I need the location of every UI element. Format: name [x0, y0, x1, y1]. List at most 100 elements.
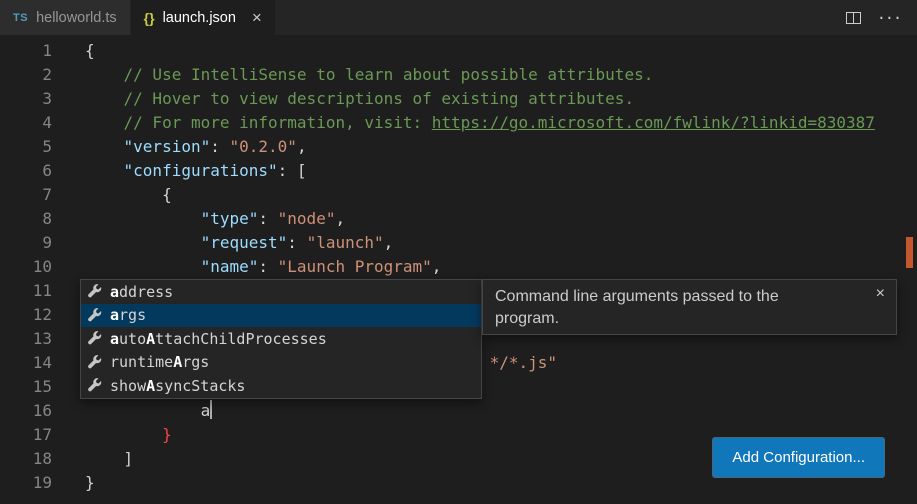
suggestion-label: runtimeArgs — [110, 353, 209, 371]
code-token: : [ — [278, 161, 307, 180]
code-token: "Launch Program" — [278, 257, 432, 276]
suggestion-runtimeArgs[interactable]: runtimeArgs — [81, 351, 481, 375]
property-wrench-icon — [87, 354, 103, 370]
code-token — [85, 425, 162, 444]
intellisense-suggest-widget: address args autoAttachChildProcesses runti… — [80, 279, 482, 399]
more-actions-icon[interactable]: ··· — [877, 9, 901, 27]
code-line-6[interactable]: 6 "configurations": [ — [0, 159, 917, 183]
code-text: } — [85, 423, 172, 447]
code-token: : — [258, 209, 277, 228]
line-number: 13 — [0, 327, 52, 351]
tab-bar: TS helloworld.ts {} launch.json × ··· — [0, 0, 917, 35]
code-token — [85, 113, 124, 132]
line-number: 16 — [0, 399, 52, 423]
code-line-16[interactable]: 16 a — [0, 399, 917, 423]
line-number: 14 — [0, 351, 52, 375]
code-token — [85, 209, 201, 228]
suggestion-docs-text: Command line arguments passed to the pro… — [495, 286, 805, 330]
code-token — [85, 233, 201, 252]
suggestion-showAsyncStacks[interactable]: showAsyncStacks — [81, 374, 481, 398]
close-tab-icon[interactable]: × — [252, 9, 262, 26]
line-number: 11 — [0, 279, 52, 303]
suggestion-args[interactable]: args — [81, 304, 481, 328]
suggestion-autoAttachChildProcesses[interactable]: autoAttachChildProcesses — [81, 327, 481, 351]
code-text: ] — [85, 447, 133, 471]
code-token: */*.js" — [490, 353, 557, 372]
close-docs-icon[interactable]: × — [876, 283, 885, 305]
code-text: "configurations": [ — [85, 159, 307, 183]
code-token: "node" — [278, 209, 336, 228]
suggestion-address[interactable]: address — [81, 280, 481, 304]
code-text: "name": "Launch Program", — [85, 255, 441, 279]
line-number: 1 — [0, 39, 52, 63]
code-token: } — [162, 425, 172, 444]
code-token: : — [258, 257, 277, 276]
suggestion-label: showAsyncStacks — [110, 377, 245, 395]
code-line-8[interactable]: 8 "type": "node", — [0, 207, 917, 231]
code-token: } — [85, 473, 95, 492]
line-number: 3 — [0, 87, 52, 111]
code-token: , — [335, 209, 345, 228]
code-text: { — [85, 39, 95, 63]
code-token: "version" — [124, 137, 211, 156]
line-number: 6 — [0, 159, 52, 183]
code-line-5[interactable]: 5 "version": "0.2.0", — [0, 135, 917, 159]
code-line-3[interactable]: 3 // Hover to view descriptions of exist… — [0, 87, 917, 111]
line-number: 19 — [0, 471, 52, 495]
code-token: "configurations" — [124, 161, 278, 180]
code-token — [85, 257, 201, 276]
add-configuration-button[interactable]: Add Configuration... — [713, 438, 884, 477]
tab-label: launch.json — [163, 10, 236, 26]
code-token: "name" — [201, 257, 259, 276]
line-number: 15 — [0, 375, 52, 399]
line-number: 4 — [0, 111, 52, 135]
code-line-10[interactable]: 10 "name": "Launch Program", — [0, 255, 917, 279]
code-token: ] — [85, 449, 133, 468]
code-text: a — [85, 399, 212, 423]
json-file-icon: {} — [144, 10, 155, 26]
editor-actions: ··· — [846, 0, 917, 35]
line-number: 10 — [0, 255, 52, 279]
property-wrench-icon — [87, 331, 103, 347]
code-text: "request": "launch", — [85, 231, 393, 255]
line-number: 8 — [0, 207, 52, 231]
overview-ruler-scrollbar[interactable] — [903, 35, 917, 504]
split-editor-icon[interactable] — [846, 12, 861, 24]
code-token — [85, 89, 124, 108]
suggestion-label: address — [110, 283, 173, 301]
code-token: , — [384, 233, 394, 252]
code-area: 1{2 // Use IntelliSense to learn about p… — [0, 39, 917, 495]
code-line-2[interactable]: 2 // Use IntelliSense to learn about pos… — [0, 63, 917, 87]
line-number: 2 — [0, 63, 52, 87]
code-token: // Hover to view descriptions of existin… — [124, 89, 635, 108]
suggestion-label: autoAttachChildProcesses — [110, 330, 327, 348]
code-text: "type": "node", — [85, 207, 345, 231]
tab-label: helloworld.ts — [36, 10, 117, 26]
code-token: a — [85, 401, 210, 420]
code-line-1[interactable]: 1{ — [0, 39, 917, 63]
ruler-decoration-marker — [906, 237, 913, 268]
code-token: : — [210, 137, 229, 156]
comment-link[interactable]: https://go.microsoft.com/fwlink/?linkid=… — [432, 113, 875, 132]
code-token: "launch" — [307, 233, 384, 252]
code-token: "0.2.0" — [230, 137, 297, 156]
tab-launch-json[interactable]: {} launch.json × — [131, 0, 276, 35]
code-text: // Hover to view descriptions of existin… — [85, 87, 634, 111]
code-line-7[interactable]: 7 { — [0, 183, 917, 207]
text-cursor — [210, 400, 212, 419]
tab-helloworld-ts[interactable]: TS helloworld.ts — [0, 0, 131, 35]
editor[interactable]: 1{2 // Use IntelliSense to learn about p… — [0, 35, 917, 504]
code-token — [85, 137, 124, 156]
code-line-9[interactable]: 9 "request": "launch", — [0, 231, 917, 255]
line-number: 18 — [0, 447, 52, 471]
code-token — [85, 65, 124, 84]
line-number: 12 — [0, 303, 52, 327]
code-token: "type" — [201, 209, 259, 228]
suggestion-docs-popup: Command line arguments passed to the pro… — [482, 279, 897, 335]
code-text: // Use IntelliSense to learn about possi… — [85, 63, 653, 87]
code-token: { — [85, 185, 172, 204]
code-line-4[interactable]: 4 // For more information, visit: https:… — [0, 111, 917, 135]
line-number: 9 — [0, 231, 52, 255]
code-text: // For more information, visit: https://… — [85, 111, 875, 135]
code-token: : — [287, 233, 306, 252]
